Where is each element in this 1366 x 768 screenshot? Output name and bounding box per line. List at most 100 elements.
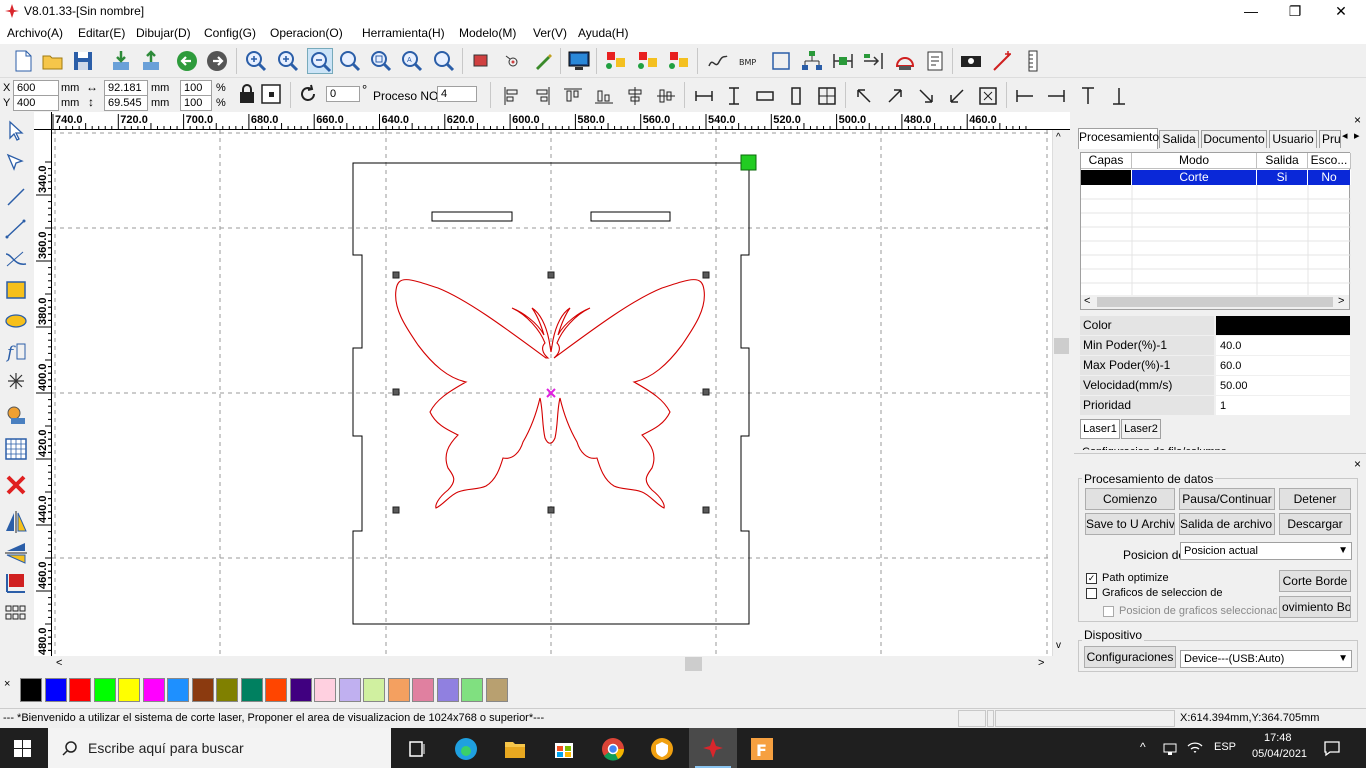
network-icon[interactable]	[1162, 740, 1180, 756]
x-position-field[interactable]: 600	[13, 80, 59, 96]
ungroup-icon[interactable]	[666, 48, 692, 74]
prop-priority-value[interactable]: 1	[1216, 396, 1350, 415]
zoom-window-icon[interactable]	[337, 48, 363, 74]
save-to-u-button[interactable]: Save to U Archivo	[1085, 513, 1175, 535]
delete-icon[interactable]	[3, 472, 29, 500]
move-border-button[interactable]: ovimiento Bord	[1279, 596, 1351, 618]
palette-swatch[interactable]	[387, 678, 410, 702]
palette-swatch[interactable]	[314, 678, 336, 702]
zoom-fit-icon[interactable]	[368, 48, 394, 74]
palette-swatch[interactable]	[412, 678, 434, 702]
open-folder-icon[interactable]	[40, 48, 66, 74]
align-right-icon[interactable]	[530, 84, 554, 108]
align-group-icon[interactable]	[603, 48, 629, 74]
layer-table[interactable]: Capas Modo Salida Esco... Corte Si No < …	[1080, 152, 1351, 310]
line-icon[interactable]	[3, 184, 29, 212]
palette-swatch[interactable]	[436, 678, 459, 702]
select-arrow-icon[interactable]	[3, 118, 29, 146]
palette-swatch[interactable]	[118, 678, 140, 702]
array-grid-icon[interactable]	[3, 436, 29, 464]
redo-icon[interactable]	[204, 48, 230, 74]
layer-mode-cell[interactable]: Corte	[1132, 170, 1257, 185]
layer-select-cell[interactable]: No	[1308, 170, 1351, 185]
node-edit-icon[interactable]	[500, 48, 526, 74]
distance-icon[interactable]	[830, 48, 856, 74]
move-top-left-icon[interactable]	[852, 84, 876, 108]
device-select[interactable]: Device---(USB:Auto) ▼	[1180, 650, 1352, 668]
prop-min-power-value[interactable]: 40.0	[1216, 336, 1350, 355]
tab-prueba[interactable]: Pru	[1319, 130, 1341, 148]
download-button[interactable]: Descargar	[1279, 513, 1351, 535]
notification-icon[interactable]	[1322, 738, 1342, 758]
prop-max-power-value[interactable]: 60.0	[1216, 356, 1350, 375]
process-no-field[interactable]: 4	[437, 86, 477, 102]
scale-x-field[interactable]: 100	[180, 80, 212, 96]
export-icon[interactable]	[138, 48, 164, 74]
tab-salida[interactable]: Salida	[1159, 130, 1199, 148]
prop-min-power-row[interactable]: Min Poder(%)-1 40.0	[1080, 336, 1350, 356]
align-center-h-icon[interactable]	[654, 84, 678, 108]
palette-swatch[interactable]	[44, 678, 67, 702]
align-bottom-icon[interactable]	[592, 84, 616, 108]
laser-app-taskbar-button[interactable]	[689, 728, 737, 768]
table-scroll-thumb[interactable]	[1097, 297, 1333, 307]
chrome-icon[interactable]	[591, 734, 635, 764]
offset-icon[interactable]	[860, 48, 886, 74]
bmp-icon[interactable]: BMP	[736, 48, 762, 74]
palette-swatch[interactable]	[265, 678, 287, 702]
menu-herramienta[interactable]: Herramienta(H)	[362, 26, 445, 40]
move-right-edge-icon[interactable]	[1044, 84, 1068, 108]
menu-modelo[interactable]: Modelo(M)	[459, 26, 516, 40]
clock-date[interactable]: 05/04/2021	[1252, 748, 1307, 760]
ellipse-icon[interactable]	[3, 308, 29, 336]
stop-button[interactable]: Detener	[1279, 488, 1351, 510]
y-position-field[interactable]: 400	[13, 95, 59, 111]
maximize-button[interactable]: ❐	[1272, 0, 1318, 22]
output-u-file-button[interactable]: Salida de archivo U	[1179, 513, 1275, 535]
same-size-icon[interactable]	[815, 84, 839, 108]
prop-max-power-row[interactable]: Max Poder(%)-1 60.0	[1080, 356, 1350, 376]
edge-browser-icon[interactable]	[444, 734, 488, 764]
ruler-icon[interactable]	[1020, 48, 1046, 74]
width-field[interactable]: 92.181	[104, 80, 148, 96]
anchor-grid-icon[interactable]	[259, 82, 283, 106]
panel-close-icon[interactable]: ×	[1354, 113, 1361, 127]
horizontal-scroll-thumb[interactable]	[685, 657, 702, 671]
align-top-icon[interactable]	[561, 84, 585, 108]
palette-swatch[interactable]	[240, 678, 263, 702]
palette-close-icon[interactable]: ×	[4, 678, 10, 690]
taskbar-search[interactable]: Escribe aquí para buscar	[48, 728, 391, 768]
file-explorer-icon[interactable]	[493, 734, 537, 764]
same-height-icon[interactable]	[722, 84, 746, 108]
menu-ver[interactable]: Ver(V)	[533, 26, 567, 40]
scroll-down-icon[interactable]: v	[1056, 640, 1061, 651]
group-icon[interactable]	[635, 48, 661, 74]
align-center-v-icon[interactable]	[623, 84, 647, 108]
node-select-icon[interactable]	[3, 150, 29, 178]
horizontal-scrollbar[interactable]: < >	[52, 656, 1052, 672]
camera-icon[interactable]	[958, 48, 984, 74]
save-icon[interactable]	[70, 48, 96, 74]
windows-start-icon[interactable]	[14, 740, 32, 758]
prop-priority-row[interactable]: Prioridad 1	[1080, 396, 1350, 416]
table-scroll-right-icon[interactable]: >	[1338, 295, 1344, 307]
same-width-box-icon[interactable]	[753, 84, 777, 108]
menu-ayuda[interactable]: Ayuda(H)	[578, 26, 628, 40]
start-button[interactable]: Comienzo	[1085, 488, 1175, 510]
move-left-edge-icon[interactable]	[1013, 84, 1037, 108]
slot-left[interactable]	[431, 211, 513, 222]
scroll-up-icon[interactable]: ^	[1056, 132, 1061, 143]
cut-border-button[interactable]: Corte Borde	[1279, 570, 1351, 592]
palette-swatch[interactable]	[485, 678, 508, 702]
new-file-icon[interactable]	[10, 48, 36, 74]
text-icon[interactable]: f	[3, 338, 29, 366]
prop-color-value[interactable]	[1216, 316, 1350, 335]
prop-speed-value[interactable]: 50.00	[1216, 376, 1350, 395]
point-icon[interactable]	[3, 368, 29, 396]
vertical-scrollbar[interactable]: ^ v	[1052, 130, 1070, 656]
menu-config[interactable]: Config(G)	[204, 26, 256, 40]
table-h-scrollbar[interactable]: < >	[1081, 295, 1349, 309]
move-bottom-edge-icon[interactable]	[1107, 84, 1131, 108]
graphics-selection-checkbox[interactable]	[1086, 588, 1097, 599]
laser-head-icon[interactable]	[892, 48, 918, 74]
